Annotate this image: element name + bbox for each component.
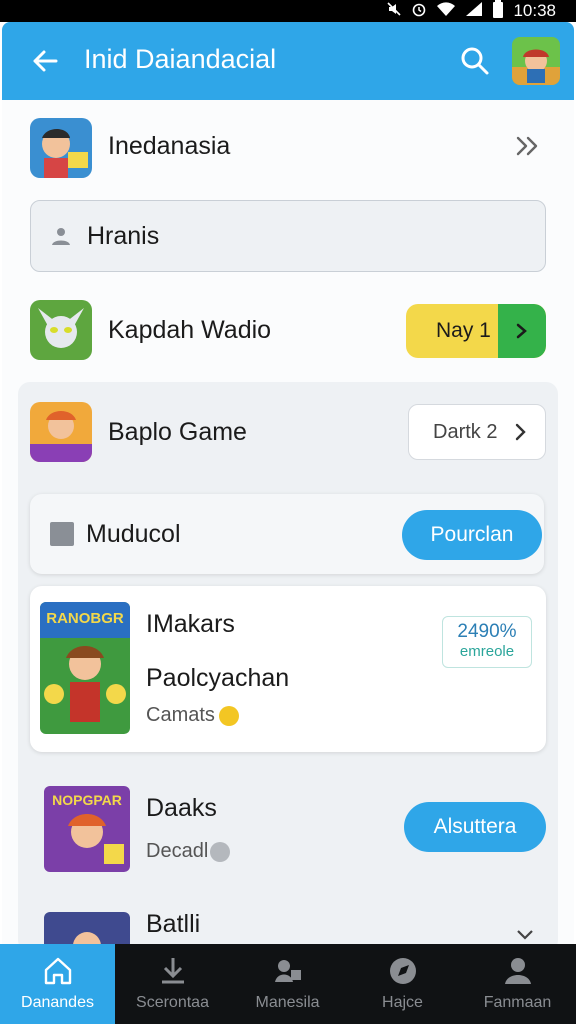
action-button[interactable]: Pourclan [402, 510, 542, 560]
status-bar: 10:38 [0, 0, 576, 22]
row-label: Baplo Game [108, 418, 247, 446]
person-icon [501, 954, 535, 988]
row-label: Batlli [146, 910, 201, 938]
nav-label: Manesila [255, 994, 320, 1011]
status-time: 10:38 [513, 1, 556, 20]
card-meta: Camats [146, 704, 239, 727]
nav-label: Fanmaan [483, 994, 552, 1011]
game-thumbnail: NOPGPAR [44, 786, 130, 872]
nav-item-download[interactable]: Scerontaa [115, 944, 230, 1024]
row-meta: Decadl [146, 840, 231, 863]
home-icon [41, 954, 75, 988]
nav-label: Danandes [21, 994, 94, 1011]
double-chevron-right-icon[interactable] [514, 134, 542, 158]
chevron-right-icon [498, 304, 546, 358]
compass-icon [386, 954, 420, 988]
chevron-down-icon[interactable] [514, 928, 536, 942]
game-thumbnail [30, 402, 92, 462]
chevron-right-icon [513, 422, 529, 442]
game-thumbnail [30, 118, 92, 178]
percent-badge-caption: emreole [459, 643, 515, 660]
percent-badge-value: 2490% [457, 621, 517, 642]
thumbnail-title: RANOBGR [46, 610, 124, 627]
thumbnail-title: NOPGPAR [52, 792, 122, 808]
people-icon [49, 225, 73, 247]
game-thumbnail [30, 300, 92, 360]
row-label: Muducol [86, 520, 181, 548]
page-title: Inid Daiandacial [84, 44, 277, 74]
list-item-card[interactable]: Muducol Pourclan [30, 494, 544, 574]
action-button[interactable]: Alsuttera [404, 802, 546, 852]
percent-badge: 2490% emreole [442, 616, 532, 668]
rank-button[interactable]: Nay 1 [406, 304, 546, 358]
app-bar: Inid Daiandacial [2, 22, 574, 100]
square-icon [50, 522, 74, 546]
nav-item-library[interactable]: Manesila [230, 944, 345, 1024]
download-icon [156, 954, 190, 988]
nav-label: Hajce [382, 994, 423, 1011]
nav-item-home[interactable]: Danandes [0, 944, 115, 1024]
search-field-value: Hranis [87, 222, 160, 250]
card-title: IMakars [146, 610, 235, 638]
search-icon[interactable] [458, 44, 492, 78]
nav-item-compass[interactable]: Hajce [345, 944, 460, 1024]
rank-button-label: Dartk 2 [433, 421, 498, 443]
status-dot-icon [210, 841, 231, 862]
content-list: Inedanasia Hranis Kapdah Wadio Nay 1 Bap… [2, 100, 574, 944]
signal-icon [465, 1, 483, 21]
wifi-icon [436, 1, 456, 21]
row-label: Inedanasia [108, 132, 231, 160]
mute-icon [386, 1, 402, 21]
search-field[interactable]: Hranis [30, 200, 546, 272]
rank-button-label: Nay 1 [436, 319, 491, 342]
featured-card[interactable]: RANOBGR IMakars Paolcyachan Camats 2490%… [30, 586, 546, 752]
card-meta-text: Camats [146, 704, 215, 726]
row-label: Daaks [146, 794, 217, 822]
row-label: Kapdah Wadio [108, 316, 272, 344]
avatar[interactable] [512, 37, 560, 85]
alarm-icon [411, 1, 427, 21]
list-item[interactable]: Batlli [2, 890, 574, 944]
rank-button[interactable]: Dartk 2 [408, 404, 546, 460]
list-item[interactable]: Kapdah Wadio Nay 1 [2, 286, 574, 376]
nav-item-profile[interactable]: Fanmaan [460, 944, 575, 1024]
library-icon [271, 954, 305, 988]
nav-label: Scerontaa [136, 994, 209, 1011]
row-meta-text: Decadl [146, 840, 209, 862]
coin-icon [218, 705, 239, 726]
list-item[interactable]: NOPGPAR Daaks Decadl Alsuttera [2, 770, 574, 880]
bottom-nav: Danandes Scerontaa Manesila Hajce Fanmaa… [0, 944, 576, 1024]
game-thumbnail: RANOBGR [40, 602, 130, 734]
list-item[interactable]: Inedanasia [2, 100, 574, 194]
card-subtitle: Paolcyachan [146, 664, 290, 692]
back-arrow-icon[interactable] [30, 46, 60, 76]
game-thumbnail [44, 912, 130, 944]
list-item[interactable]: Baplo Game Dartk 2 [2, 390, 574, 480]
battery-icon [492, 0, 504, 22]
